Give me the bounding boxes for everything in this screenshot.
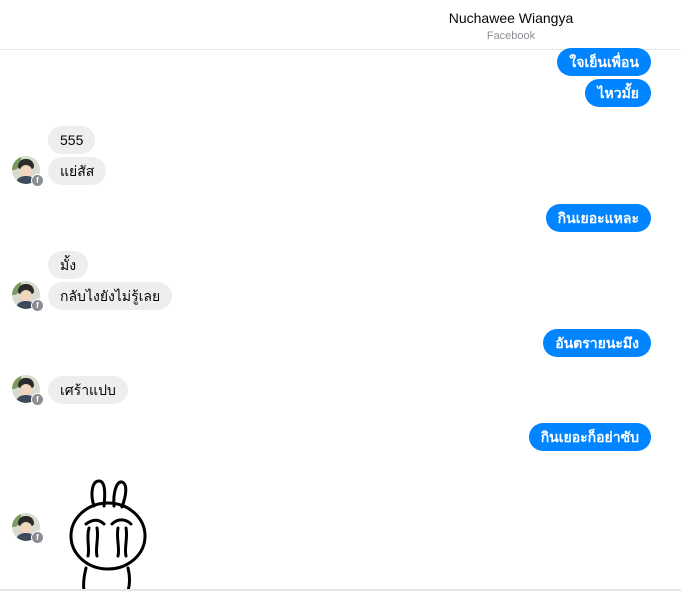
crying-bunny-sticker[interactable] (64, 476, 156, 591)
message-incoming[interactable]: มั้ง (48, 251, 89, 279)
message-incoming[interactable]: 555 (48, 126, 96, 154)
facebook-badge-icon: f (31, 531, 44, 544)
facebook-badge-icon: f (31, 299, 44, 312)
conversation-header: Nuchawee Wiangya Facebook (0, 0, 681, 50)
message-outgoing[interactable]: อันตรายนะมึง (543, 329, 651, 357)
message-outgoing[interactable]: กินเยอะก็อย่าซับ (528, 423, 651, 451)
message-incoming[interactable]: เศร้าแปบ (48, 376, 128, 404)
contact-subtitle: Facebook (486, 30, 536, 42)
facebook-badge-icon: f (31, 393, 44, 406)
message-incoming[interactable]: แย่สัส (48, 157, 107, 185)
contact-name[interactable]: Nuchawee Wiangya (420, 10, 602, 26)
message-incoming[interactable]: กลับไงยังไม่รู้เลย (48, 282, 173, 310)
message-outgoing[interactable]: ไหวมั้ย (585, 79, 651, 107)
message-outgoing[interactable]: กินเยอะแหละ (545, 204, 651, 232)
message-outgoing[interactable]: ใจเย็นเพื่อน (557, 48, 651, 76)
facebook-badge-icon: f (31, 174, 44, 187)
